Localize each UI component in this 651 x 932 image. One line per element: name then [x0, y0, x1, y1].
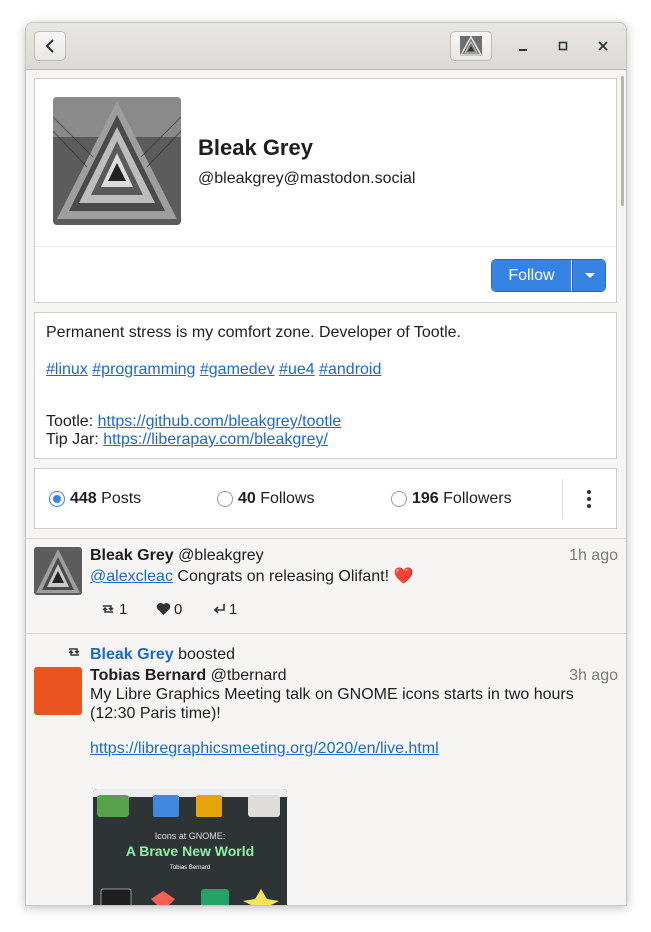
favourite-button[interactable]: 0 — [156, 601, 182, 618]
toot-content: @alexcleac Congrats on releasing Olifant… — [90, 567, 610, 586]
tootle-link[interactable]: https://github.com/bleakgrey/tootle — [98, 413, 342, 430]
tipjar-link[interactable]: https://liberapay.com/bleakgrey/ — [103, 431, 328, 448]
tootle-label: Tootle: — [46, 413, 98, 430]
boosted-label: boosted — [178, 646, 235, 663]
toot-link-line: https://libregraphicsmeeting.org/2020/en… — [90, 739, 610, 758]
maximize-icon[interactable] — [554, 37, 572, 55]
posts-radio[interactable] — [49, 491, 65, 507]
boost-header: Bleak Grey boosted — [90, 646, 235, 664]
go-previous-icon — [45, 39, 54, 53]
posts-count: 448 — [70, 490, 97, 507]
toot-actions: 1 0 1 — [26, 601, 626, 621]
preview-subtitle: Icons at GNOME: — [154, 831, 226, 841]
avatar[interactable] — [34, 667, 82, 715]
reply-icon — [213, 604, 225, 614]
toot-text: My Libre Graphics Meeting talk on GNOME … — [90, 686, 574, 722]
bio-card: Permanent stress is my comfort zone. Dev… — [34, 312, 617, 459]
back-button[interactable] — [34, 31, 66, 61]
author-name[interactable]: Tobias Bernard — [90, 667, 206, 684]
posts-label: Posts — [101, 490, 142, 507]
stats-card: 448 Posts 40 Follows 196 Followers — [34, 468, 617, 529]
hashtag-link[interactable]: #linux — [46, 361, 88, 378]
app-window: Bleak Grey @bleakgrey@mastodon.social Fo… — [25, 22, 627, 906]
hashtag-link[interactable]: #android — [319, 361, 381, 378]
posts-tab[interactable]: 448 Posts — [70, 490, 141, 508]
profile-view: Bleak Grey @bleakgrey@mastodon.social Fo… — [26, 70, 626, 905]
hashtag-link[interactable]: #gamedev — [200, 361, 275, 378]
follow-button[interactable]: Follow — [492, 260, 571, 291]
scrollbar[interactable] — [621, 76, 624, 206]
follow-options-button[interactable] — [572, 260, 605, 291]
follows-label: Follows — [260, 490, 315, 507]
avatar[interactable] — [34, 547, 82, 595]
bio-hashtags: #linux #programming #gamedev #ue4 #andro… — [46, 361, 381, 379]
toot-timestamp[interactable]: 1h ago — [569, 547, 618, 565]
reply-count: 1 — [229, 601, 238, 618]
divider — [35, 246, 616, 247]
profile-avatar — [53, 97, 181, 225]
booster-name[interactable]: Bleak Grey — [90, 646, 174, 663]
display-name: Bleak Grey — [198, 135, 313, 160]
toot-text: Congrats on releasing Olifant! ❤️ — [172, 568, 414, 585]
close-icon[interactable] — [594, 37, 612, 55]
header-bar — [26, 23, 626, 70]
follows-radio[interactable] — [217, 491, 233, 507]
author-handle: @tbernard — [210, 667, 287, 684]
bio-tootle-line: Tootle: https://github.com/bleakgrey/too… — [46, 413, 341, 431]
hashtag-link[interactable]: #programming — [92, 361, 195, 378]
heart-icon — [156, 603, 171, 615]
toot-header: Bleak Grey @bleakgrey — [90, 547, 264, 565]
view-more-icon[interactable] — [580, 488, 598, 510]
reblog-button[interactable]: 1 — [100, 601, 127, 618]
follows-tab[interactable]: 40 Follows — [238, 490, 314, 508]
preview-author: Tobias Bernard — [169, 865, 211, 871]
reblog-count: 1 — [119, 601, 128, 618]
followers-tab[interactable]: 196 Followers — [412, 490, 512, 508]
follows-count: 40 — [238, 490, 256, 507]
minimize-icon[interactable] — [514, 37, 532, 55]
profile-card: Bleak Grey @bleakgrey@mastodon.social Fo… — [34, 78, 617, 303]
divider — [26, 633, 626, 634]
followers-label: Followers — [443, 490, 512, 507]
preview-title: A Brave New World — [125, 843, 255, 859]
divider — [26, 538, 626, 539]
account-handle: @bleakgrey@mastodon.social — [198, 170, 416, 187]
reply-button[interactable]: 1 — [212, 601, 237, 618]
reblog-icon — [102, 605, 114, 613]
followers-count: 196 — [412, 490, 439, 507]
follow-button-group: Follow — [491, 259, 606, 292]
bio-tipjar-line: Tip Jar: https://liberapay.com/bleakgrey… — [46, 431, 328, 449]
author-name[interactable]: Bleak Grey — [90, 547, 174, 564]
pan-down-icon — [585, 273, 595, 278]
current-account-button[interactable] — [450, 31, 492, 61]
account-avatar-icon — [460, 36, 482, 56]
reblog-icon — [68, 648, 80, 656]
divider — [562, 479, 563, 519]
author-handle: @bleakgrey — [178, 547, 264, 564]
mention-link[interactable]: @alexcleac — [90, 568, 173, 585]
link-preview-image[interactable]: Icons at GNOME: A Brave New World Tobias… — [93, 789, 287, 905]
bio-text: Permanent stress is my comfort zone. Dev… — [46, 324, 461, 341]
followers-radio[interactable] — [391, 491, 407, 507]
toot-header: Tobias Bernard @tbernard — [90, 667, 286, 685]
favourite-count: 0 — [174, 601, 183, 618]
hashtag-link[interactable]: #ue4 — [279, 361, 315, 378]
toot-link[interactable]: https://libregraphicsmeeting.org/2020/en… — [90, 740, 439, 757]
toot-timestamp[interactable]: 3h ago — [569, 667, 618, 685]
tipjar-label: Tip Jar: — [46, 431, 104, 448]
